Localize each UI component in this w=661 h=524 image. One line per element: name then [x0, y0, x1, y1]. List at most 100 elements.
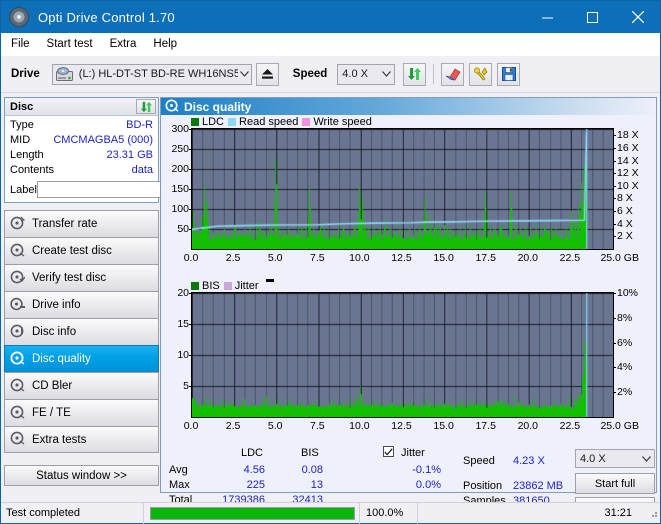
sidebar-item-transfer-rate[interactable]: Transfer rate [4, 210, 159, 237]
legend-item-ldc: LDC [191, 116, 224, 128]
x-tick: 17.5 [475, 418, 495, 432]
x-tick: 7.5 [310, 250, 325, 264]
y2-tick: 8 X [613, 192, 633, 204]
sidebar-item-cd-bler[interactable]: CD Bler [4, 372, 159, 399]
jitter-avg-value: -0.1% [389, 464, 441, 476]
toolbar-divider [433, 64, 434, 84]
drive-select[interactable]: (L:) HL-DT-ST BD-RE WH16NS58 TST4 [52, 64, 252, 85]
sidebar-item-label: Extra tests [32, 434, 86, 446]
sidebar-item-fe-te[interactable]: FE / TE [4, 399, 159, 426]
disc-info-icon [10, 324, 25, 341]
stats-position-value: 23862 MB [513, 480, 563, 492]
y-tick: 10 [177, 349, 192, 361]
legend-swatch-read-speed [228, 118, 236, 126]
ldc-plot-canvas [192, 129, 613, 249]
x-tick: 7.5 [310, 418, 325, 432]
legend-swatch-write-speed [302, 118, 310, 126]
drive-info-icon [10, 297, 25, 314]
menu-item-file[interactable]: File [11, 38, 30, 50]
test-speed-select[interactable]: 4.0 X [575, 449, 655, 468]
x-tick: 22.5 [560, 418, 580, 432]
eject-button[interactable] [256, 63, 279, 86]
disc-row-mid: MID CMCMAGBA5 (000) [10, 133, 153, 148]
maximize-button[interactable] [570, 1, 615, 33]
stats-speed-label: Speed [463, 455, 495, 467]
menu-item-help[interactable]: Help [153, 38, 177, 50]
tools-button[interactable] [469, 63, 492, 86]
status-window-button[interactable]: Status window >> [4, 465, 159, 486]
bis-plot-area: 51015202%4%6%8%10% [191, 292, 614, 418]
legend-swatch-jitter [224, 282, 232, 290]
cd-bler-icon [10, 378, 25, 395]
x-tick: 5.0 [268, 250, 283, 264]
disc-row-type-value: BD-R [126, 118, 153, 133]
disc-quality-header: Disc quality [161, 98, 656, 115]
x-tick: 25.0 GB [600, 250, 639, 264]
refresh-drive-button[interactable] [403, 63, 426, 86]
sidebar-item-verify-test-disc[interactable]: Verify test disc [4, 264, 159, 291]
main-body: Disc Type BD-R MID CMCM [1, 93, 660, 495]
y2-tick: 18 X [613, 129, 639, 141]
disc-row-length-key: Length [10, 148, 44, 163]
sidebar-item-label: Verify test disc [32, 272, 106, 284]
nav-list: Transfer rate Create test disc Verify te… [4, 210, 159, 453]
sidebar-item-extra-tests[interactable]: Extra tests [4, 426, 159, 453]
y2-tick: 14 X [613, 155, 639, 167]
start-full-button[interactable]: Start full [575, 473, 655, 494]
status-bar: Test completed 100.0% 31:21 [1, 502, 660, 523]
menu-item-start-test[interactable]: Start test [47, 38, 93, 50]
disc-quality-panel: Disc quality LDC Read speed [160, 97, 657, 493]
legend-item-jitter: Jitter [224, 280, 259, 292]
legend-item-write-speed: Write speed [302, 116, 372, 128]
x-tick: 15.0 [433, 250, 453, 264]
y2-tick: 10% [613, 287, 638, 299]
disc-row-type-key: Type [10, 118, 34, 133]
jitter-checkbox[interactable] [383, 446, 394, 459]
minimize-button[interactable] [525, 1, 570, 33]
x-tick: 17.5 [475, 250, 495, 264]
app-window: Opti Drive Control 1.70 File Start test … [0, 0, 661, 524]
disc-row-length-value: 23.31 GB [107, 148, 153, 163]
y2-tick: 12 X [613, 167, 639, 179]
chevron-down-icon [378, 71, 394, 77]
y-tick: 20 [177, 287, 192, 299]
sidebar-item-create-test-disc[interactable]: Create test disc [4, 237, 159, 264]
erase-button[interactable] [441, 63, 464, 86]
y-tick: 300 [171, 123, 192, 135]
y-tick: 250 [171, 143, 192, 155]
x-tick: 25.0 GB [600, 418, 639, 432]
progress-bar [150, 507, 355, 520]
ldc-chart: LDC Read speed Write speed 50100 [161, 115, 656, 265]
legend-label-read-speed: Read speed [239, 116, 298, 128]
bis-plot-canvas [192, 293, 613, 417]
save-button[interactable] [497, 63, 520, 86]
disc-row-mid-key: MID [10, 133, 30, 148]
chevron-down-icon [638, 456, 654, 462]
legend-item-bis: BIS [191, 280, 220, 292]
fe-te-icon [10, 405, 25, 422]
disc-row-length: Length 23.31 GB [10, 148, 153, 163]
window-title: Opti Drive Control 1.70 [38, 10, 175, 25]
sidebar-item-disc-quality[interactable]: Disc quality [4, 345, 159, 372]
menu-item-extra[interactable]: Extra [110, 38, 137, 50]
y2-tick: 6% [613, 337, 632, 349]
y2-tick: 8% [613, 312, 632, 324]
speed-select[interactable]: 4.0 X [337, 64, 395, 85]
y2-tick: 10 X [613, 180, 639, 192]
speed-select-value: 4.0 X [338, 68, 372, 80]
sidebar-item-disc-info[interactable]: Disc info [4, 318, 159, 345]
disc-row-contents-value: data [132, 163, 153, 178]
sidebar-item-drive-info[interactable]: Drive info [4, 291, 159, 318]
close-button[interactable] [615, 1, 660, 33]
progress-bar-fill [151, 508, 354, 519]
disc-refresh-button[interactable] [136, 99, 156, 114]
stats-speed-value: 4.23 X [513, 455, 545, 467]
sidebar-item-label: Create test disc [32, 245, 112, 257]
legend-swatch-bis [191, 282, 199, 290]
disc-quality-title: Disc quality [184, 100, 251, 114]
stats-max-bis: 13 [291, 479, 323, 491]
y-tick: 150 [171, 183, 192, 195]
stats-max-ldc: 225 [233, 479, 265, 491]
jitter-checkbox-box [383, 446, 394, 457]
x-tick: 0.0 [184, 418, 199, 432]
